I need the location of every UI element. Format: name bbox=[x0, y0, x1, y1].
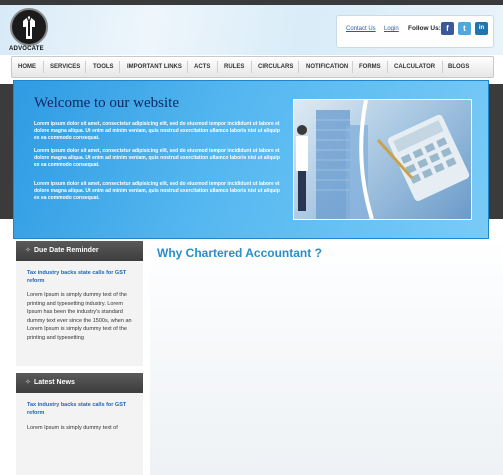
nav-separator bbox=[387, 61, 388, 73]
twitter-icon[interactable]: t bbox=[458, 22, 471, 35]
nav-item-acts[interactable]: ACTS bbox=[194, 57, 210, 77]
nav-separator bbox=[298, 61, 299, 73]
due-date-news-link[interactable]: Tax industry backs state calls for GST r… bbox=[27, 269, 137, 285]
main-content-area bbox=[150, 240, 503, 475]
due-date-reminder-box: ✧ Due Date Reminder Tax industry backs s… bbox=[16, 241, 143, 366]
nav-separator bbox=[85, 61, 86, 73]
nav-item-notification[interactable]: NOTIFICATION bbox=[306, 57, 348, 77]
nav-separator bbox=[442, 61, 443, 73]
nav-separator bbox=[217, 61, 218, 73]
header-links-panel: Contact Us Login Follow Us: f t in bbox=[336, 15, 494, 48]
nav-item-important-links[interactable]: IMPORTANT LINKS bbox=[127, 57, 182, 77]
latest-news-title: Latest News bbox=[34, 379, 75, 386]
site-header: ADVOCATE Contact Us Login Follow Us: fti… bbox=[0, 5, 503, 55]
latest-news-box: ✧ Latest News Tax industry backs state c… bbox=[16, 373, 143, 475]
nav-item-forms[interactable]: FORMS bbox=[359, 57, 381, 77]
bullet-icon: ✧ bbox=[25, 379, 31, 386]
latest-news-body: Tax industry backs state calls for GST r… bbox=[16, 393, 143, 475]
bullet-icon: ✧ bbox=[25, 247, 31, 254]
latest-news-link[interactable]: Tax industry backs state calls for GST r… bbox=[27, 401, 137, 417]
nav-separator bbox=[251, 61, 252, 73]
contact-us-link[interactable]: Contact Us bbox=[346, 26, 376, 32]
hero-banner: Welcome to our website Lorem ipsum dolor… bbox=[13, 80, 489, 239]
nav-item-rules[interactable]: RULES bbox=[224, 57, 244, 77]
nav-item-calculator[interactable]: CALCULATOR bbox=[394, 57, 435, 77]
page-title: Why Chartered Accountant ? bbox=[157, 246, 322, 260]
latest-news-text: Lorem Ipsum is simply dummy text of bbox=[27, 425, 118, 431]
nav-separator bbox=[43, 61, 44, 73]
due-date-title: Due Date Reminder bbox=[34, 247, 99, 254]
facebook-icon[interactable]: f bbox=[441, 22, 454, 35]
nav-separator bbox=[119, 61, 120, 73]
nav-separator bbox=[352, 61, 353, 73]
nav-separator bbox=[187, 61, 188, 73]
main-navigation: HOME SERVICES TOOLS IMPORTANT LINKS ACTS RULE… bbox=[11, 56, 494, 78]
login-link[interactable]: Login bbox=[384, 26, 399, 32]
nav-item-home[interactable]: HOME bbox=[18, 57, 36, 77]
logo-emblem-icon bbox=[10, 8, 48, 46]
follow-us-label: Follow Us: bbox=[408, 25, 441, 32]
hero-paragraph: Lorem ipsum dolor sit amet, consectetur … bbox=[34, 148, 280, 168]
nav-item-blogs[interactable]: BLOGS bbox=[448, 57, 469, 77]
nav-item-services[interactable]: SERVICES bbox=[50, 57, 80, 77]
linkedin-icon[interactable]: in bbox=[475, 22, 488, 35]
latest-news-header: ✧ Latest News bbox=[16, 373, 143, 393]
nav-item-circulars[interactable]: CIRCULARS bbox=[258, 57, 293, 77]
hero-accounting-image bbox=[293, 99, 472, 220]
advocate-logo[interactable]: ADVOCATE bbox=[9, 8, 49, 56]
hero-title: Welcome to our website bbox=[34, 95, 179, 111]
hero-paragraph: Lorem ipsum dolor sit amet, consectetur … bbox=[34, 181, 280, 201]
due-date-body: Tax industry backs state calls for GST r… bbox=[16, 261, 143, 366]
due-date-header: ✧ Due Date Reminder bbox=[16, 241, 143, 261]
hero-paragraph: Lorem ipsum dolor sit amet, consectetur … bbox=[34, 121, 280, 141]
nav-item-tools[interactable]: TOOLS bbox=[93, 57, 114, 77]
logo-text: ADVOCATE bbox=[9, 46, 44, 52]
due-date-text: Lorem Ipsum is simply dummy text of the … bbox=[27, 292, 132, 341]
